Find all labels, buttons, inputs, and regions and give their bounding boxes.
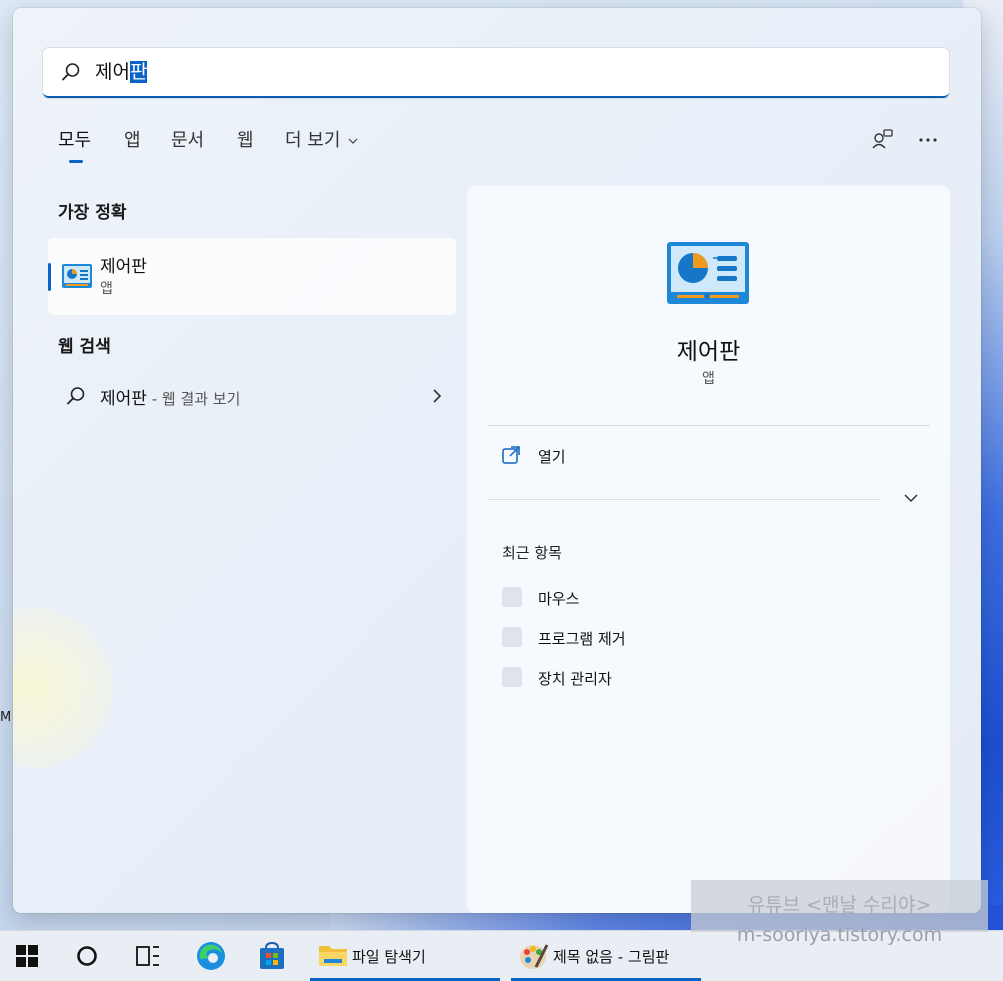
recent-item[interactable]: 프로그램 제거	[502, 627, 802, 649]
chevron-down-icon[interactable]	[903, 492, 919, 504]
recent-item-label: 마우스	[538, 590, 580, 608]
tab-documents[interactable]: 문서	[171, 126, 204, 152]
taskbar-app-label: 파일 탐색기	[352, 948, 426, 966]
search-icon	[62, 63, 80, 81]
store-icon[interactable]	[258, 942, 286, 970]
tab-web[interactable]: 웹	[237, 126, 254, 152]
recent-item-icon	[502, 667, 522, 687]
open-label: 열기	[538, 448, 566, 466]
recent-item-label: 장치 관리자	[538, 670, 612, 688]
recent-item[interactable]: 장치 관리자	[502, 667, 802, 689]
tab-all[interactable]: 모두	[58, 126, 91, 152]
watermark-line1: 유튜브 <맨날 수리야>	[747, 894, 932, 916]
recent-heading: 최근 항목	[502, 544, 562, 562]
folder-icon	[319, 946, 347, 966]
tab-more[interactable]: 더 보기	[285, 126, 358, 152]
best-match-type: 앱	[100, 281, 113, 297]
search-selected-text: 판	[129, 61, 148, 83]
best-match-name: 제어판	[100, 257, 147, 277]
web-search-heading: 웹 검색	[58, 337, 111, 357]
tab-more-label: 더 보기	[285, 130, 341, 151]
tab-apps[interactable]: 앱	[124, 126, 141, 152]
divider	[487, 425, 930, 426]
selection-indicator	[48, 263, 51, 291]
panel-glow	[13, 608, 113, 768]
best-match-heading: 가장 정확	[58, 203, 127, 223]
tab-active-indicator	[69, 160, 83, 163]
edge-icon[interactable]	[196, 941, 226, 971]
detail-pane: 제어판 앱 열기 최근 항목 마우스 프로그램 제거 장치 관리자	[467, 186, 950, 913]
control-panel-icon	[667, 242, 749, 304]
web-search-result[interactable]: 제어판 - 웹 결과 보기	[48, 376, 456, 416]
best-match-item[interactable]: 제어판 앱	[48, 238, 456, 315]
open-external-icon	[502, 446, 520, 464]
paint-icon	[520, 944, 549, 969]
recent-item[interactable]: 마우스	[502, 587, 802, 609]
control-panel-icon	[62, 264, 92, 288]
watermark: 유튜브 <맨날 수리야> m-sooriya.tistory.com	[691, 880, 988, 946]
recent-item-icon	[502, 627, 522, 647]
task-view-icon[interactable]	[136, 945, 160, 967]
search-panel: 제어판 모두 앱 문서 웹 더 보기 가장 정확 제어판 앱 웹 검색 제어판 …	[13, 8, 981, 913]
windows-start-icon[interactable]	[16, 945, 38, 967]
divider	[487, 499, 881, 500]
web-search-label: 제어판 - 웹 결과 보기	[100, 389, 241, 409]
chevron-down-icon	[348, 138, 358, 144]
feedback-icon[interactable]	[870, 128, 894, 152]
chevron-right-icon	[433, 389, 442, 403]
taskbar-app-paint[interactable]: 제목 없음 - 그림판	[511, 931, 701, 981]
more-icon[interactable]	[916, 128, 940, 152]
recent-item-icon	[502, 587, 522, 607]
search-input[interactable]: 제어판	[43, 48, 949, 98]
search-icon	[67, 387, 85, 405]
detail-app-type: 앱	[702, 371, 715, 387]
detail-app-name: 제어판	[676, 339, 741, 365]
taskbar-app-label: 제목 없음 - 그림판	[553, 948, 670, 966]
desktop-edge-text: M	[0, 710, 12, 725]
recent-item-label: 프로그램 제거	[538, 630, 626, 648]
search-input-value[interactable]: 제어판	[95, 59, 148, 85]
open-action[interactable]: 열기	[487, 441, 787, 473]
search-circle-icon[interactable]	[76, 945, 98, 967]
taskbar-app-file-explorer[interactable]: 파일 탐색기	[310, 931, 500, 981]
watermark-line2: m-sooriya.tistory.com	[736, 924, 943, 946]
